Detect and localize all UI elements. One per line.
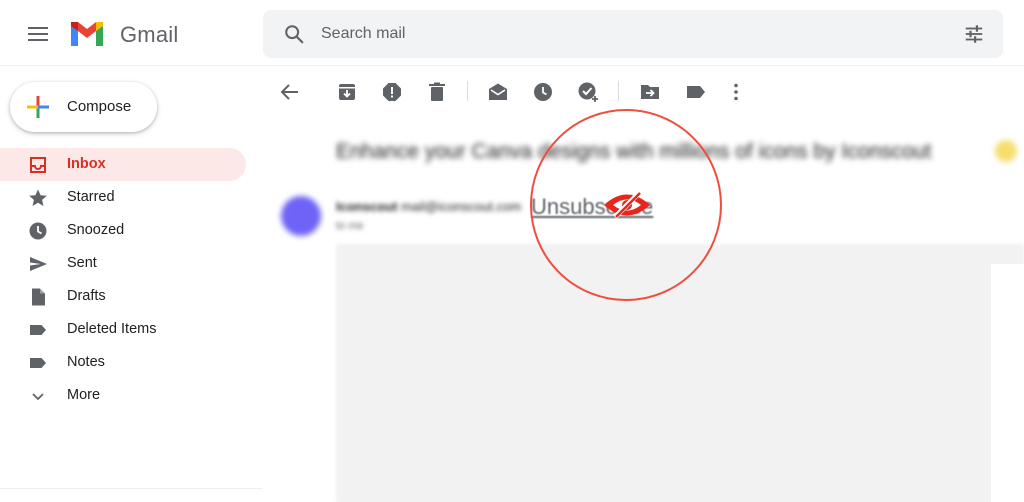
sidebar-item-sent[interactable]: Sent (0, 247, 246, 280)
search-bar (263, 10, 1003, 58)
sidebar-item-deleted-items[interactable]: Deleted Items (0, 313, 246, 346)
sidebar-item-notes[interactable]: Notes (0, 346, 246, 379)
inbox-icon (30, 157, 46, 173)
sender-line: Iconscout mail@iconscout.com (336, 199, 521, 214)
draft-icon (32, 288, 45, 306)
sidebar-divider (0, 488, 262, 489)
search-input[interactable] (321, 10, 921, 58)
more-vert-icon[interactable] (724, 80, 748, 104)
sidebar-item-label: Drafts (67, 288, 106, 304)
sidebar-item-more[interactable]: More (0, 379, 246, 412)
label-icon[interactable] (684, 80, 708, 104)
app-name: Gmail (120, 22, 179, 47)
search-icon[interactable] (283, 23, 305, 45)
search-options-icon[interactable] (963, 23, 985, 45)
compose-plus-icon (27, 96, 49, 118)
sidebar-item-label: Notes (67, 354, 105, 370)
sidebar-item-drafts[interactable]: Drafts (0, 280, 246, 313)
recipient-line[interactable]: to me (336, 220, 364, 232)
chevron-down-icon (32, 393, 44, 401)
move-to-icon[interactable] (638, 80, 662, 104)
compose-label: Compose (67, 98, 132, 115)
star-icon (29, 189, 47, 206)
hamburger-menu-icon (28, 27, 48, 41)
sidebar-item-label: Starred (67, 189, 115, 205)
sidebar-item-label: Sent (67, 255, 97, 271)
clock-icon (29, 222, 47, 240)
sidebar-item-label: More (67, 387, 101, 403)
app-header: Gmail (0, 0, 1024, 66)
message-toolbar (266, 72, 1024, 112)
send-icon (30, 257, 47, 271)
compose-button[interactable]: Compose (10, 82, 157, 132)
archive-icon[interactable] (335, 80, 359, 104)
sidebar-nav: Inbox Starred Snoozed Sent Drafts Delete… (0, 148, 248, 412)
label-icon (30, 358, 46, 368)
gmail-logo-icon[interactable] (68, 18, 106, 48)
main-menu-button[interactable] (22, 20, 54, 48)
add-to-tasks-icon[interactable] (576, 80, 600, 104)
emoji-icon (995, 140, 1017, 162)
sidebar-item-label: Snoozed (67, 222, 125, 238)
highlight-circle (530, 109, 722, 301)
mark-unread-icon[interactable] (486, 80, 510, 104)
sidebar-item-label: Deleted Items (67, 321, 157, 337)
label-icon (30, 325, 46, 335)
sender-email: mail@iconscout.com (401, 199, 522, 214)
sidebar-item-inbox[interactable]: Inbox (0, 148, 246, 181)
sidebar-item-snoozed[interactable]: Snoozed (0, 214, 246, 247)
toolbar-divider (467, 81, 468, 101)
sidebar-item-label: Inbox (67, 156, 106, 172)
sender-name: Iconscout (336, 199, 398, 214)
sidebar-item-starred[interactable]: Starred (0, 181, 246, 214)
report-spam-icon[interactable] (380, 80, 404, 104)
delete-icon[interactable] (425, 80, 449, 104)
sender-avatar[interactable] (281, 196, 321, 236)
email-body-panel (991, 264, 1024, 502)
snooze-icon[interactable] (531, 80, 555, 104)
toolbar-divider (618, 81, 619, 101)
back-icon[interactable] (278, 80, 302, 104)
